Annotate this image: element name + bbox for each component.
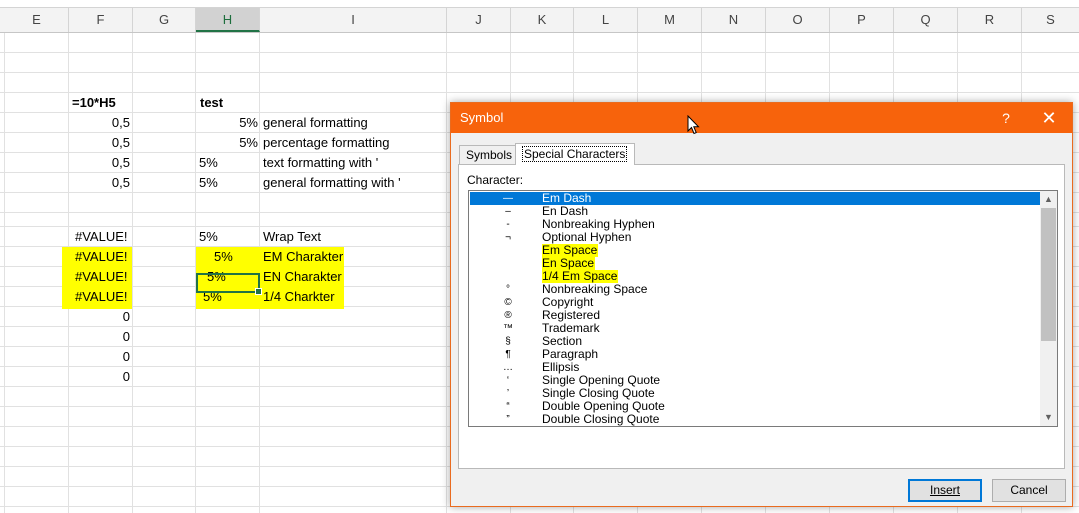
cell-h12[interactable]: 5% (214, 247, 233, 267)
cell-i8[interactable]: text formatting with ' (263, 153, 378, 173)
cell-i12[interactable]: EM Charakter (263, 247, 343, 267)
cell-f18[interactable]: 0 (69, 367, 130, 387)
cell-f17[interactable]: 0 (69, 347, 130, 367)
cell-f14[interactable]: #VALUE! (75, 287, 128, 307)
column-header-s[interactable]: S (1022, 8, 1079, 32)
help-button[interactable]: ? (986, 103, 1026, 133)
symbol-dialog: Symbol ? ✕ Symbols Special Characters Ch… (450, 102, 1073, 507)
list-item[interactable]: ” Double Closing Quote (470, 413, 1040, 426)
ribbon-edge (0, 0, 1079, 8)
character-label: Character: (467, 173, 524, 187)
column-header-r[interactable]: R (958, 8, 1022, 32)
cell-i11[interactable]: Wrap Text (263, 227, 321, 247)
scrollbar-thumb[interactable] (1041, 208, 1056, 341)
column-header-e[interactable]: E (5, 8, 69, 32)
column-header-m[interactable]: M (638, 8, 702, 32)
column-header-h[interactable]: H (196, 8, 260, 32)
column-header-g[interactable]: G (133, 8, 196, 32)
column-header-k[interactable]: K (511, 8, 574, 32)
cell-h8[interactable]: 5% (199, 153, 218, 173)
column-header-j[interactable]: J (447, 8, 511, 32)
tab-special-characters[interactable]: Special Characters (515, 143, 635, 165)
dialog-title: Symbol (460, 110, 504, 125)
column-header-f[interactable]: F (69, 8, 133, 32)
column-header-p[interactable]: P (830, 8, 894, 32)
cell-f7[interactable]: 0,5 (69, 133, 130, 153)
column-header-i[interactable]: I (260, 8, 447, 32)
column-header-n[interactable]: N (702, 8, 766, 32)
cell-h9[interactable]: 5% (199, 173, 218, 193)
cell-f15[interactable]: 0 (69, 307, 130, 327)
cell-i7[interactable]: percentage formatting (263, 133, 389, 153)
cell-i14[interactable]: 1/4 Charkter (263, 287, 335, 307)
cell-f5[interactable]: =10*H5 (72, 93, 116, 113)
cell-f6[interactable]: 0,5 (69, 113, 130, 133)
insert-button[interactable]: Insert (908, 479, 982, 502)
cell-i6[interactable]: general formatting (263, 113, 368, 133)
cell-i9[interactable]: general formatting with ' (263, 173, 401, 193)
dialog-titlebar[interactable]: Symbol ? ✕ (451, 103, 1072, 135)
scroll-down-icon[interactable]: ▼ (1040, 409, 1057, 426)
active-cell-h15[interactable] (196, 273, 262, 295)
list-scrollbar[interactable]: ▲ ▼ (1040, 191, 1057, 426)
cell-f12[interactable]: #VALUE! (75, 247, 128, 267)
special-characters-panel: Character: — Em Dash – En Dash ‑ Nonbreakin… (458, 164, 1065, 469)
cancel-button[interactable]: Cancel (992, 479, 1066, 502)
cell-i13[interactable]: EN Charakter (263, 267, 342, 287)
close-button[interactable]: ✕ (1026, 103, 1072, 133)
cell-f9[interactable]: 0,5 (69, 173, 130, 193)
cell-h6[interactable]: 5% (196, 113, 258, 133)
scroll-up-icon[interactable]: ▲ (1040, 191, 1057, 208)
character-list[interactable]: — Em Dash – En Dash ‑ Nonbreaking Hyphen ¬ O… (468, 190, 1058, 427)
mouse-cursor-icon (687, 115, 700, 135)
column-header-bar: E F G H I J K L M N O P Q R S (0, 8, 1079, 33)
cell-f8[interactable]: 0,5 (69, 153, 130, 173)
cell-f16[interactable]: 0 (69, 327, 130, 347)
cell-h7[interactable]: 5% (196, 133, 258, 153)
cell-f11[interactable]: #VALUE! (75, 227, 128, 247)
column-header-l[interactable]: L (574, 8, 638, 32)
cell-h5[interactable]: test (200, 93, 223, 113)
cell-f13[interactable]: #VALUE! (75, 267, 128, 287)
cell-h11[interactable]: 5% (199, 227, 218, 247)
column-header-q[interactable]: Q (894, 8, 958, 32)
column-header-o[interactable]: O (766, 8, 830, 32)
